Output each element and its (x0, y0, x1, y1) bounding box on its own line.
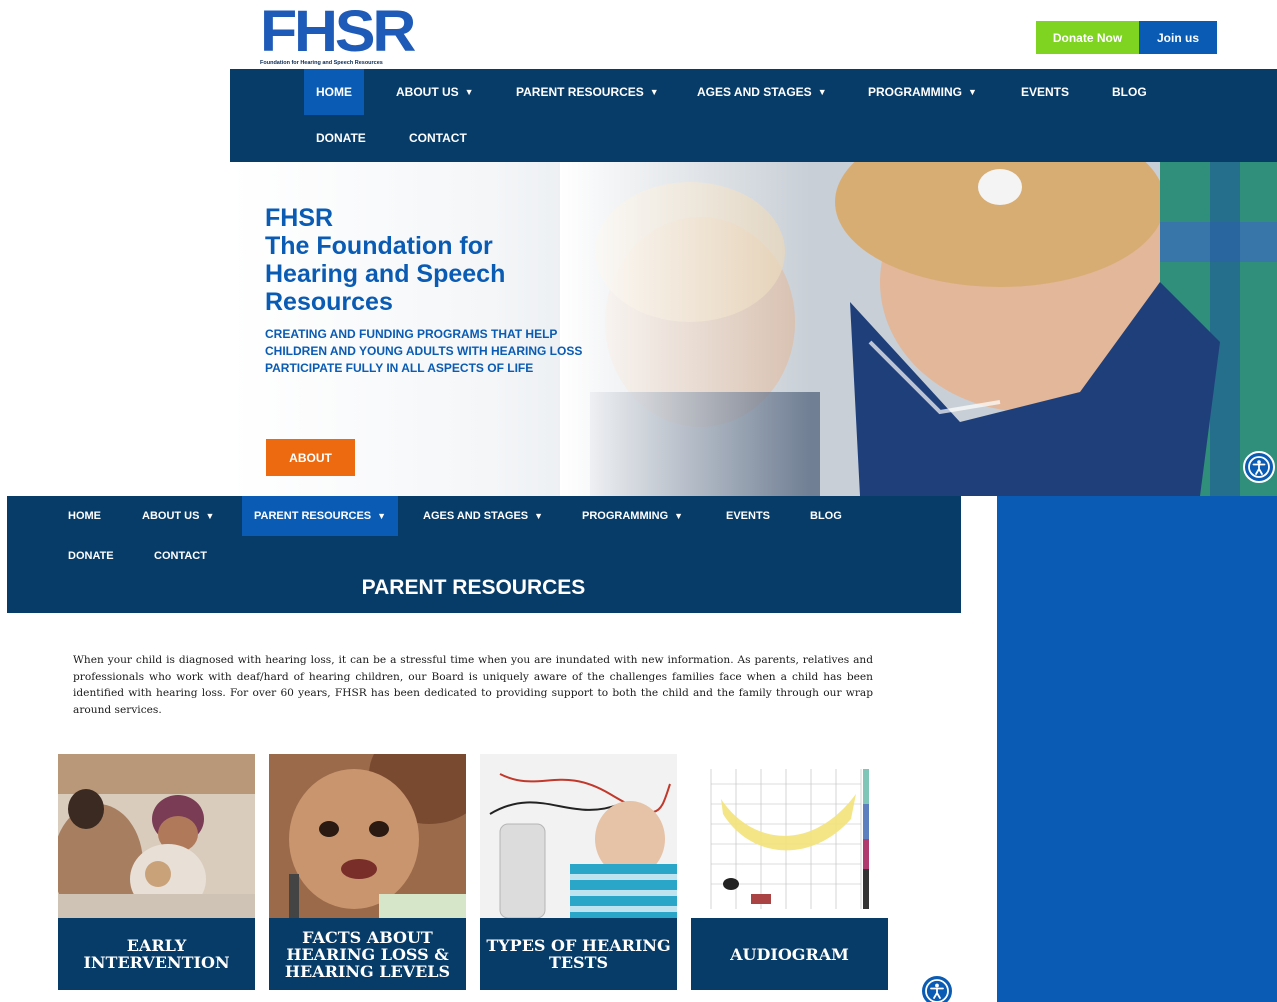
accessibility-icon-glyph (925, 979, 949, 1002)
about-button[interactable]: ABOUT (266, 439, 355, 476)
fhsr-logo[interactable]: FHSR Foundation for Hearing and Speech R… (260, 3, 420, 67)
nav-events-label: EVENTS (726, 510, 771, 522)
caret-down-icon: ▼ (674, 511, 684, 521)
nav-events-label: EVENTS (1021, 85, 1070, 99)
nav-contact-label: CONTACT (154, 550, 207, 562)
caret-down-icon: ▼ (534, 511, 544, 521)
nav-contact[interactable]: CONTACT (409, 115, 467, 161)
card-types-hearing-tests[interactable]: TYPES OF HEARING TESTS (480, 754, 677, 990)
nav-contact[interactable]: CONTACT (154, 536, 207, 576)
nav-blog-label: BLOG (810, 510, 842, 522)
card-label-line: TESTS (548, 953, 609, 972)
nav-programming[interactable]: PROGRAMMING ▼ (582, 496, 683, 536)
hero-subtitle-line: CHILDREN AND YOUNG ADULTS WITH HEARING L… (265, 344, 583, 358)
hero-title-line: Resources (265, 288, 393, 316)
nav-about-us[interactable]: ABOUT US ▼ (142, 496, 214, 536)
caret-down-icon: ▼ (205, 511, 215, 521)
card-label: TYPES OF HEARING TESTS (480, 918, 677, 990)
nav-parent-label: PARENT RESOURCES (254, 510, 372, 522)
nav-contact-label: CONTACT (409, 131, 467, 145)
hero-subtitle-line: CREATING AND FUNDING PROGRAMS THAT HELP (265, 327, 558, 341)
nav-about-us[interactable]: ABOUT US ▼ (396, 69, 474, 115)
card-label-line: HEARING LEVELS (284, 961, 451, 981)
nav-programming-label: PROGRAMMING (582, 510, 669, 522)
card-early-intervention[interactable]: EARLY INTERVENTION (58, 754, 255, 990)
caret-down-icon: ▼ (968, 87, 977, 97)
hero-banner: FHSR The Foundation for Hearing and Spee… (230, 162, 1277, 496)
parent-resources-nav: HOME ABOUT US ▼ PARENT RESOURCES ▼ AGES AN… (7, 496, 961, 613)
card-label: EARLY INTERVENTION (58, 918, 255, 990)
nav-donate[interactable]: DONATE (316, 115, 366, 161)
nav-blog[interactable]: BLOG (1112, 69, 1147, 115)
card-facts-hearing-loss[interactable]: FACTS ABOUT HEARING LOSS & HEARING LEVEL… (269, 754, 466, 990)
caret-down-icon: ▼ (464, 87, 474, 97)
hero-title-line: The Foundation for (265, 232, 493, 260)
bottom-screenshot: HOME ABOUT US ▼ PARENT RESOURCES ▼ AGES AN… (7, 496, 961, 1002)
card-image-audiogram (691, 754, 888, 918)
hero-subtitle: CREATING AND FUNDING PROGRAMS THAT HELP … (265, 326, 625, 377)
page-title: PARENT RESOURCES (361, 576, 586, 599)
card-label-line: INTERVENTION (83, 953, 230, 972)
nav-donate[interactable]: DONATE (68, 536, 114, 576)
nav-ages-label: AGES AND STAGES (423, 510, 529, 522)
hero-title-line: Hearing and Speech (265, 260, 506, 288)
nav-events[interactable]: EVENTS (726, 496, 770, 536)
nav-parent-resources[interactable]: PARENT RESOURCES ▼ (242, 496, 399, 536)
card-label-line: EARLY (126, 936, 187, 955)
nav-blog-label: BLOG (1112, 85, 1147, 99)
card-label-line: HEARING LOSS & (286, 944, 449, 964)
nav-programming-label: PROGRAMMING (868, 85, 962, 99)
join-us-button[interactable]: Join us (1139, 21, 1217, 54)
caret-down-icon: ▼ (817, 87, 827, 97)
hero-subtitle-line: PARTICIPATE FULLY IN ALL ASPECTS OF LIFE (265, 361, 534, 375)
nav-home-label: HOME (316, 85, 352, 99)
nav-ages-and-stages[interactable]: AGES AND STAGES ▼ (697, 69, 827, 115)
nav-ages-and-stages[interactable]: AGES AND STAGES ▼ (423, 496, 543, 536)
accessibility-icon[interactable] (920, 974, 954, 1002)
hero-title-line: FHSR (265, 204, 334, 232)
card-label: FACTS ABOUT HEARING LOSS & HEARING LEVEL… (269, 918, 466, 990)
nav-donate-label: DONATE (316, 131, 366, 145)
nav-ages-label: AGES AND STAGES (697, 85, 812, 99)
card-image-hearing-tests (480, 754, 677, 918)
card-label-line: AUDIOGRAM (730, 944, 849, 964)
nav-parent-label: PARENT RESOURCES (516, 85, 644, 99)
donate-now-button[interactable]: Donate Now (1036, 21, 1139, 54)
accessibility-icon[interactable] (1243, 451, 1275, 483)
nav-donate-label: DONATE (68, 550, 114, 562)
card-label-line: FACTS ABOUT (302, 927, 433, 947)
caret-down-icon: ▼ (377, 511, 387, 521)
card-label-line: TYPES OF HEARING (486, 936, 671, 955)
card-image-early-intervention (58, 754, 255, 918)
card-audiogram[interactable]: AUDIOGRAM (691, 754, 888, 990)
nav-home-label: HOME (68, 510, 101, 522)
nav-about-label: ABOUT US (142, 510, 200, 522)
nav-home[interactable]: HOME (68, 496, 101, 536)
nav-home[interactable]: HOME (304, 69, 364, 115)
nav-blog[interactable]: BLOG (810, 496, 842, 536)
intro-paragraph: When your child is diagnosed with hearin… (73, 654, 873, 716)
card-image-facts (269, 754, 466, 918)
hero-title: FHSR The Foundation for Hearing and Spee… (265, 204, 505, 316)
logo-text: FHSR (260, 0, 416, 64)
nav-events[interactable]: EVENTS (1021, 69, 1069, 115)
top-screenshot: FHSR Foundation for Hearing and Speech R… (230, 0, 1277, 496)
accessibility-icon-glyph (1248, 456, 1270, 478)
card-label: AUDIOGRAM (691, 918, 888, 990)
nav-about-label: ABOUT US (396, 85, 459, 99)
nav-parent-resources[interactable]: PARENT RESOURCES ▼ (516, 69, 659, 115)
hero-photo-children (560, 162, 1277, 496)
main-nav: HOME ABOUT US ▼ PARENT RESOURCES ▼ AGES AN… (230, 69, 1277, 162)
nav-programming[interactable]: PROGRAMMING ▼ (868, 69, 977, 115)
caret-down-icon: ▼ (649, 87, 659, 97)
